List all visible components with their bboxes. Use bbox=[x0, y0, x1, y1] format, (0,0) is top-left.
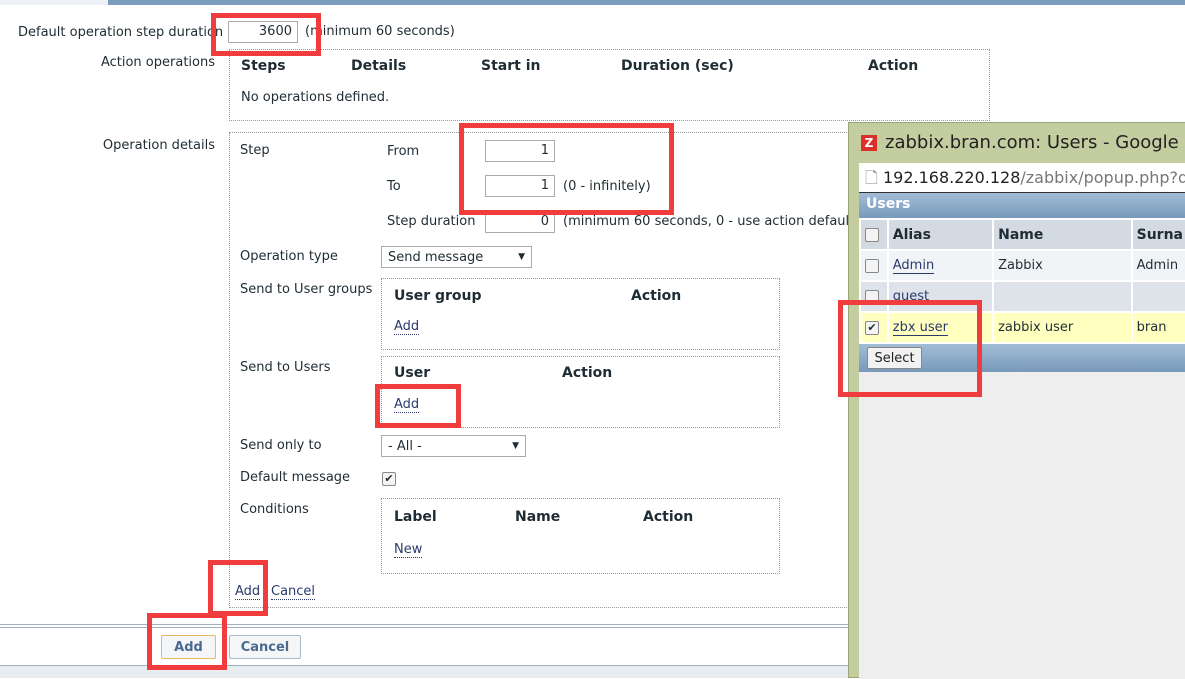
operation-type-select[interactable]: Send message ▼ bbox=[381, 246, 532, 268]
send-only-to-label: Send only to bbox=[240, 438, 322, 453]
annotation-box bbox=[147, 613, 227, 670]
new-condition-link[interactable]: New bbox=[394, 542, 423, 558]
col-surname: Surna bbox=[1130, 218, 1185, 251]
users-popup-window: Z zabbix.bran.com: Users - Google ... 🗋 … bbox=[848, 122, 1185, 679]
annotation-box bbox=[208, 560, 268, 616]
dropdown-arrow-icon: ▼ bbox=[518, 252, 525, 262]
cancel-button[interactable]: Cancel bbox=[229, 635, 301, 659]
send-only-to-value: - All - bbox=[388, 438, 422, 454]
col-action: Action bbox=[643, 509, 694, 525]
users-header: Users bbox=[859, 193, 1185, 218]
dropdown-arrow-icon: ▼ bbox=[512, 441, 519, 451]
step-duration-hint: (minimum 60 seconds) bbox=[305, 24, 455, 39]
zabbix-favicon-icon: Z bbox=[861, 135, 877, 151]
operation-details-label: Operation details bbox=[102, 138, 215, 153]
url-path: /zabbix/popup.php?dstfrm bbox=[1020, 168, 1185, 187]
step-duration-label: Default operation step duration bbox=[18, 25, 224, 40]
user-surname: bran bbox=[1130, 311, 1185, 344]
user-groups-label: Send to User groups bbox=[240, 282, 373, 297]
step-label: Step bbox=[240, 143, 270, 158]
user-alias-link[interactable]: Admin bbox=[892, 258, 935, 274]
popup-title: zabbix.bran.com: Users - Google ... bbox=[885, 132, 1185, 153]
active-tab[interactable] bbox=[0, 0, 108, 5]
address-bar[interactable]: 🗋 192.168.220.128/zabbix/popup.php?dstfr… bbox=[859, 163, 1185, 193]
add-user-group-link[interactable]: Add bbox=[394, 319, 420, 335]
col-steps: Steps bbox=[241, 58, 286, 74]
default-message-label: Default message bbox=[240, 470, 351, 485]
url-host: 192.168.220.128 bbox=[882, 168, 1021, 187]
no-operations-text: No operations defined. bbox=[241, 90, 390, 105]
conditions-table: Label Name Action New bbox=[381, 498, 780, 574]
step-duration-op-hint: (minimum 60 seconds, 0 - use action defa… bbox=[563, 214, 860, 229]
operation-type-label: Operation type bbox=[240, 249, 338, 264]
col-label: Label bbox=[394, 509, 437, 525]
col-details: Details bbox=[351, 58, 407, 74]
col-user: User bbox=[394, 365, 431, 381]
default-message-checkbox[interactable]: ✔ bbox=[382, 472, 396, 486]
select-all-checkbox[interactable] bbox=[865, 227, 879, 242]
send-only-to-select[interactable]: - All - ▼ bbox=[381, 435, 526, 457]
user-name: Zabbix bbox=[992, 249, 1133, 282]
col-name: Name bbox=[992, 218, 1133, 251]
col-action: Action bbox=[868, 58, 919, 74]
page-icon: 🗋 bbox=[865, 168, 878, 187]
annotation-box bbox=[375, 384, 461, 428]
conditions-label: Conditions bbox=[240, 502, 309, 517]
user-groups-table: User group Action Add bbox=[381, 278, 780, 350]
annotation-box bbox=[211, 13, 321, 56]
user-surname: Admin bbox=[1130, 249, 1185, 282]
user-name: zabbix user bbox=[992, 311, 1133, 344]
action-operations-label: Action operations bbox=[100, 55, 215, 70]
to-label: To bbox=[387, 179, 401, 194]
table-row: Admin Zabbix Admin bbox=[859, 249, 1185, 282]
col-action: Action bbox=[562, 365, 613, 381]
annotation-box bbox=[459, 123, 674, 215]
users-label: Send to Users bbox=[240, 360, 331, 375]
col-alias: Alias bbox=[886, 218, 995, 251]
operation-type-value: Send message bbox=[388, 249, 484, 265]
col-action: Action bbox=[631, 288, 682, 304]
col-duration: Duration (sec) bbox=[621, 58, 734, 74]
from-label: From bbox=[387, 144, 420, 159]
col-start-in: Start in bbox=[481, 58, 541, 74]
annotation-box bbox=[838, 300, 982, 397]
user-surname bbox=[1130, 280, 1185, 313]
step-duration-op-label: Step duration bbox=[387, 214, 476, 229]
top-tab-bar bbox=[0, 0, 1185, 5]
col-user-group: User group bbox=[394, 288, 482, 304]
action-operations-table: Steps Details Start in Duration (sec) Ac… bbox=[229, 49, 990, 121]
row-checkbox[interactable] bbox=[865, 258, 879, 273]
popup-content: Users Alias Name Surna Admin Zabbix Admi… bbox=[859, 193, 1185, 679]
user-name bbox=[992, 280, 1133, 313]
operation-cancel-link[interactable]: Cancel bbox=[271, 584, 316, 600]
col-name: Name bbox=[515, 509, 561, 525]
